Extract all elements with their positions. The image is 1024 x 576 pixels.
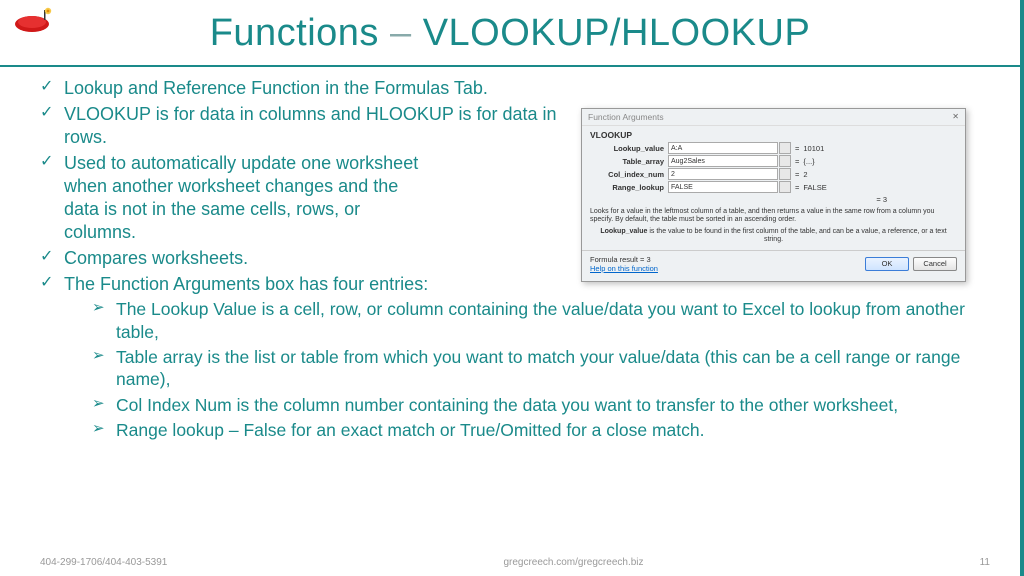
sub-bullet-list: The Lookup Value is a cell, row, or colu…	[92, 298, 990, 441]
list-item: The Function Arguments box has four entr…	[40, 273, 990, 441]
cancel-button[interactable]: Cancel	[913, 257, 957, 271]
footer-url: gregcreech.com/gregcreech.biz	[503, 557, 643, 568]
range-selector-icon[interactable]	[779, 181, 791, 193]
arg-row-col-index: Col_index_num 2 = 2	[590, 168, 957, 180]
equals-sign: =	[795, 144, 799, 153]
help-link[interactable]: Help on this function	[590, 264, 658, 273]
dialog-buttons: OK Cancel	[865, 257, 957, 271]
arg-row-table-array: Table_array Aug2Sales = {...}	[590, 155, 957, 167]
slide-title: Functions – VLOOKUP/HLOOKUP	[0, 0, 1020, 65]
arg-eval: FALSE	[803, 183, 826, 192]
arg-input-range-lookup[interactable]: FALSE	[668, 181, 778, 193]
arg-input-col-index[interactable]: 2	[668, 168, 778, 180]
dialog-titlebar: Function Arguments ✕	[582, 109, 965, 126]
equals-sign: =	[795, 157, 799, 166]
list-item: Table array is the list or table from wh…	[92, 346, 990, 391]
dialog-footer: Formula result = 3 Help on this function…	[590, 255, 957, 275]
arg-label: Lookup_value	[590, 144, 668, 153]
list-item: Col Index Num is the column number conta…	[92, 394, 990, 416]
arg-eval: {...}	[803, 157, 814, 166]
range-selector-icon[interactable]	[779, 168, 791, 180]
slide: Functions – VLOOKUP/HLOOKUP Lookup and R…	[0, 0, 1024, 576]
dialog-title-text: Function Arguments	[588, 112, 664, 122]
close-icon[interactable]: ✕	[952, 112, 959, 122]
dialog-body: VLOOKUP Lookup_value A:A = 10101 Table_a…	[582, 126, 965, 281]
equals-sign: =	[795, 170, 799, 179]
arg-input-table-array[interactable]: Aug2Sales	[668, 155, 778, 167]
title-word-lookup: VLOOKUP/HLOOKUP	[423, 12, 811, 54]
arg-eval: 10101	[803, 144, 824, 153]
arg-eval: 2	[803, 170, 807, 179]
dialog-description: Looks for a value in the leftmost column…	[590, 208, 957, 225]
arg-row-range-lookup: Range_lookup FALSE = FALSE	[590, 181, 957, 193]
dialog-separator	[582, 250, 965, 251]
function-arguments-dialog: Function Arguments ✕ VLOOKUP Lookup_valu…	[581, 108, 966, 282]
arg-label: Table_array	[590, 157, 668, 166]
range-selector-icon[interactable]	[779, 142, 791, 154]
arg-label: Col_index_num	[590, 170, 668, 179]
arg-label: Range_lookup	[590, 183, 668, 192]
footer-phone: 404-299-1706/404-403-5391	[40, 557, 167, 568]
dialog-function-name: VLOOKUP	[590, 130, 957, 140]
title-dash: –	[379, 12, 423, 54]
list-item: Lookup and Reference Function in the For…	[40, 77, 990, 100]
arg-input-lookup-value[interactable]: A:A	[668, 142, 778, 154]
dialog-arg-name: Lookup_value	[600, 228, 647, 235]
formula-result: Formula result = 3	[590, 255, 658, 264]
slide-footer: 404-299-1706/404-403-5391 gregcreech.com…	[0, 557, 1020, 568]
arg-row-lookup-value: Lookup_value A:A = 10101	[590, 142, 957, 154]
dialog-arg-description: Lookup_value is the value to be found in…	[590, 228, 957, 245]
list-item: Range lookup – False for an exact match …	[92, 419, 990, 441]
dialog-result-eq: = 3	[590, 195, 957, 204]
range-selector-icon[interactable]	[779, 155, 791, 167]
ok-button[interactable]: OK	[865, 257, 909, 271]
equals-sign: =	[795, 183, 799, 192]
list-item: The Lookup Value is a cell, row, or colu…	[92, 298, 990, 343]
page-number: 11	[980, 557, 990, 568]
logo-icon	[12, 6, 62, 34]
title-word-functions: Functions	[210, 12, 379, 54]
